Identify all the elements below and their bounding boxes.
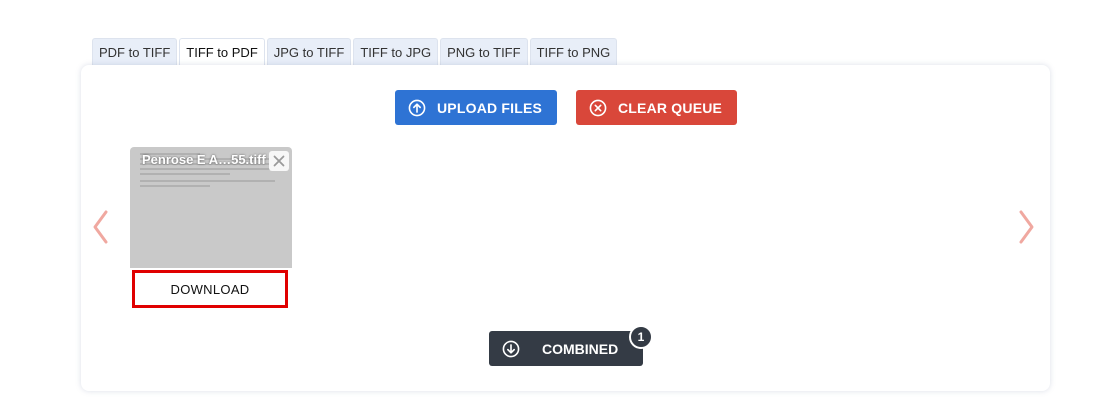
upload-files-button[interactable]: UPLOAD FILES [395, 90, 557, 125]
clear-queue-button[interactable]: CLEAR QUEUE [576, 90, 737, 125]
file-card: Penrose E A…55.tiff DOWNLOAD [130, 147, 292, 309]
close-circle-icon [589, 99, 607, 116]
carousel-prev-button[interactable] [89, 207, 113, 247]
close-icon [273, 155, 285, 167]
file-count-badge: 1 [629, 325, 653, 349]
combined-download-button[interactable]: COMBINED [489, 331, 643, 366]
file-name: Penrose E A…55.tiff [142, 152, 266, 167]
conversion-tabs: PDF to TIFF TIFF to PDF JPG to TIFF TIFF… [92, 38, 618, 66]
combined-label: COMBINED [542, 340, 619, 357]
chevron-left-icon [93, 210, 108, 244]
converter-panel: UPLOAD FILES CLEAR QUEUE Penrose E A…55.… [81, 65, 1050, 391]
tab-tiff-to-pdf[interactable]: TIFF to PDF [179, 38, 265, 66]
tab-tiff-to-jpg[interactable]: TIFF to JPG [353, 38, 439, 65]
clear-queue-label: CLEAR QUEUE [618, 99, 723, 116]
tab-tiff-to-png[interactable]: TIFF to PNG [529, 38, 618, 65]
download-arrow-icon [502, 340, 520, 357]
upload-arrow-icon [408, 99, 426, 116]
download-button[interactable]: DOWNLOAD [132, 270, 288, 308]
chevron-right-icon [1019, 210, 1034, 244]
remove-file-button[interactable] [269, 151, 289, 171]
upload-files-label: UPLOAD FILES [437, 99, 543, 116]
tab-jpg-to-tiff[interactable]: JPG to TIFF [266, 38, 352, 65]
tab-png-to-tiff[interactable]: PNG to TIFF [440, 38, 528, 65]
carousel-next-button[interactable] [1014, 207, 1038, 247]
tab-pdf-to-tiff[interactable]: PDF to TIFF [92, 38, 178, 65]
